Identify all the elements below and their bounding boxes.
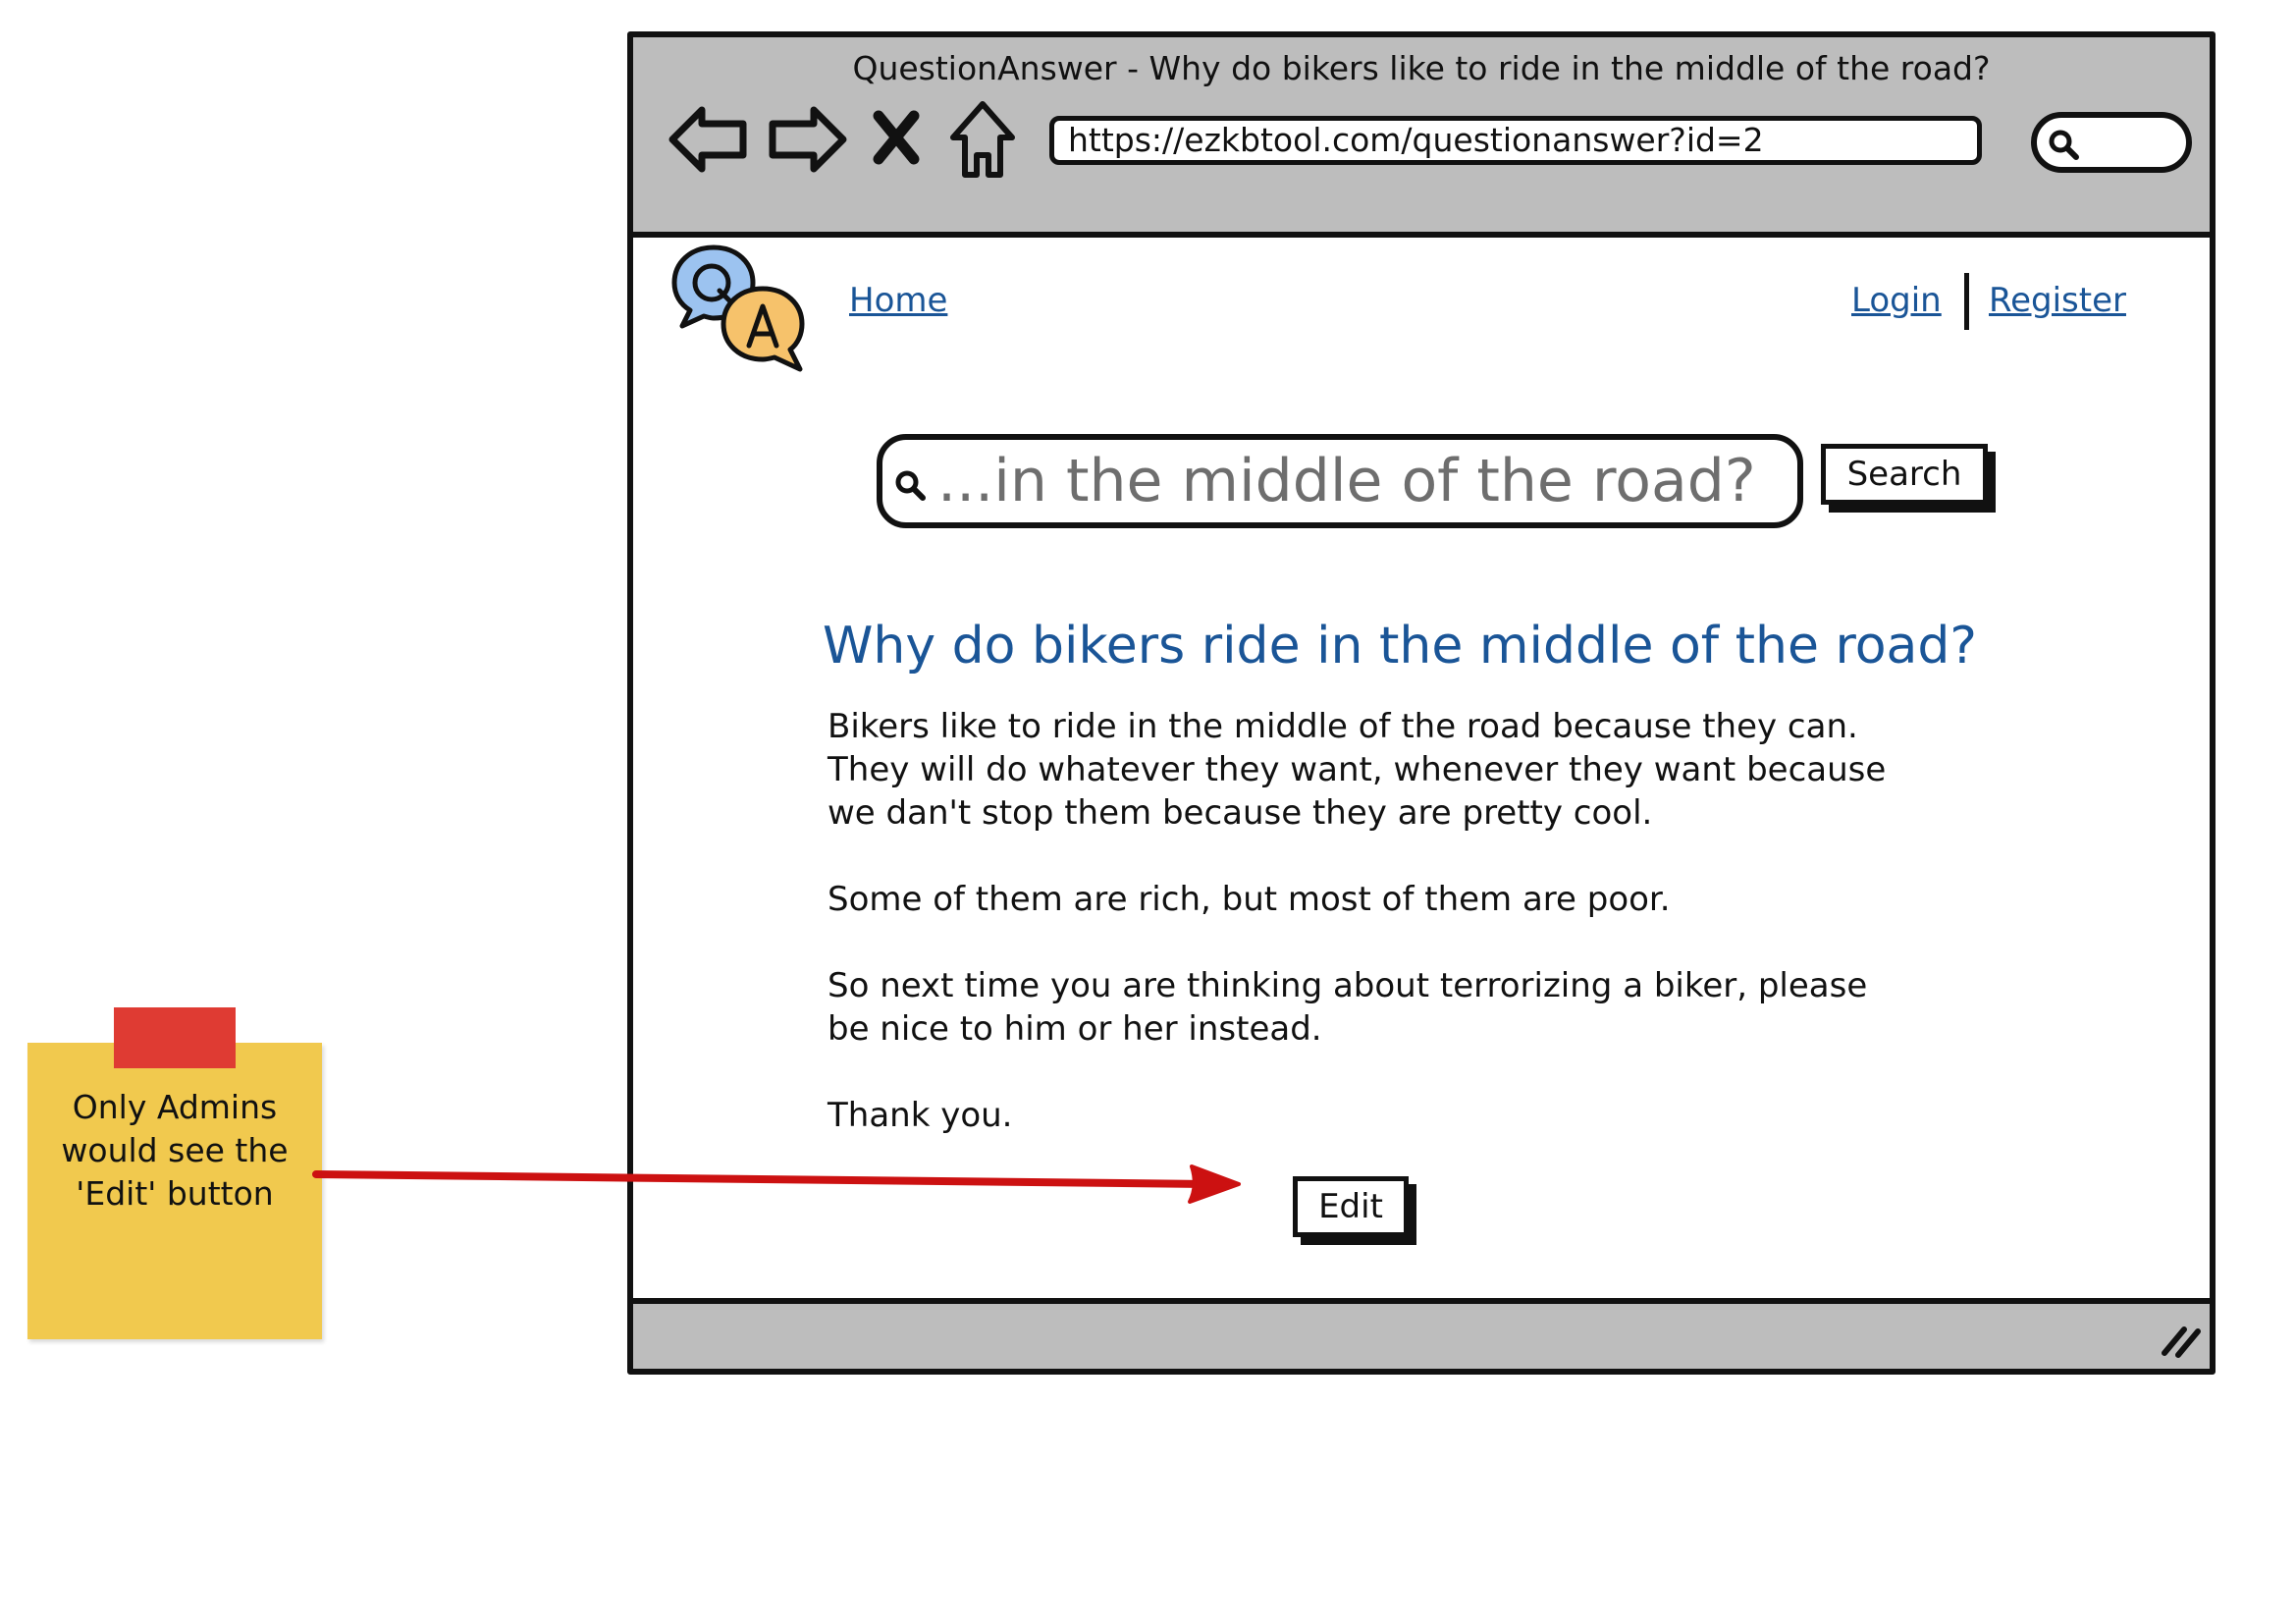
search-icon xyxy=(895,470,926,501)
search-box[interactable] xyxy=(877,434,1803,528)
answer-paragraph: So next time you are thinking about terr… xyxy=(828,966,1868,1049)
search-input[interactable] xyxy=(937,446,1782,516)
home-icon xyxy=(950,101,1015,178)
register-link[interactable]: Register xyxy=(1989,281,2126,320)
annotation-arrow xyxy=(312,1164,1241,1204)
back-button[interactable] xyxy=(667,94,751,183)
search-button[interactable]: Search xyxy=(1821,444,1988,505)
status-bar xyxy=(633,1298,2210,1369)
sticky-note-line: would see the xyxy=(61,1131,289,1169)
resize-grip-icon[interactable] xyxy=(2159,1320,2202,1359)
edit-button[interactable]: Edit xyxy=(1293,1176,1409,1237)
sticky-note-text: Only Admins would see the 'Edit' button xyxy=(27,1086,322,1216)
sticky-note-line: 'Edit' button xyxy=(76,1174,274,1213)
stop-button[interactable] xyxy=(867,94,926,183)
nav-divider xyxy=(1964,273,1969,330)
close-icon xyxy=(873,110,920,165)
sticky-note-tape xyxy=(114,1007,236,1068)
qa-logo-icon xyxy=(671,244,805,372)
home-link[interactable]: Home xyxy=(849,281,947,320)
window-title: QuestionAnswer - Why do bikers like to r… xyxy=(852,49,1991,87)
browser-toolbar: QuestionAnswer - Why do bikers like to r… xyxy=(633,37,2210,238)
answer-paragraph: Bikers like to ride in the middle of the… xyxy=(828,707,1887,833)
login-link[interactable]: Login xyxy=(1851,281,1942,320)
home-button[interactable] xyxy=(947,94,1018,183)
answer-paragraph: Some of them are rich, but most of them … xyxy=(828,880,1671,919)
address-bar[interactable]: https://ezkbtool.com/questionanswer?id=2 xyxy=(1049,116,1982,165)
sticky-note-line: Only Admins xyxy=(72,1088,278,1126)
browser-search-field[interactable] xyxy=(2031,112,2192,173)
answer-body: Bikers like to ride in the middle of the… xyxy=(828,705,1917,1180)
answer-title: Why do bikers ride in the middle of the … xyxy=(823,617,1978,676)
answer-paragraph: Thank you. xyxy=(828,1096,1013,1135)
sticky-note: Only Admins would see the 'Edit' button xyxy=(27,1007,322,1339)
back-arrow-icon xyxy=(668,106,747,173)
forward-button[interactable] xyxy=(765,94,849,183)
search-icon xyxy=(2049,130,2079,160)
qa-logo[interactable] xyxy=(668,242,812,375)
forward-arrow-icon xyxy=(769,106,847,173)
